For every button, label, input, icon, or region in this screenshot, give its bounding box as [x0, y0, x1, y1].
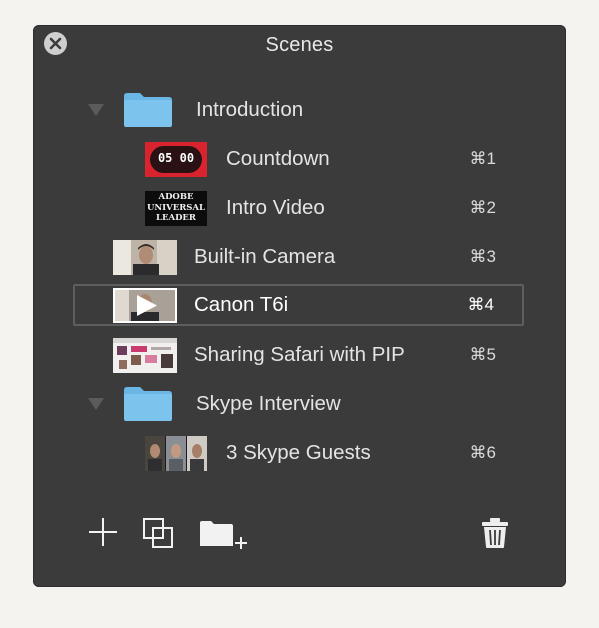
scene-label: Sharing Safari with PIP — [194, 343, 405, 366]
scene-shortcut: ⌘4 — [467, 295, 494, 314]
safari-thumbnail — [113, 338, 177, 373]
scene-row-sharing-safari[interactable]: Sharing Safari with PIP ⌘5 — [33, 333, 566, 377]
scene-row-built-in-camera[interactable]: Built-in Camera ⌘3 — [33, 235, 566, 279]
plus-icon[interactable] — [88, 517, 118, 547]
scene-row-3-skype-guests[interactable]: 3 Skype Guests ⌘6 — [33, 431, 566, 475]
scene-row-canon-t6i[interactable]: Canon T6i ⌘4 — [73, 284, 524, 326]
folder-icon — [124, 93, 172, 127]
scene-label: Canon T6i — [194, 293, 289, 316]
scene-shortcut: ⌘6 — [469, 443, 496, 462]
folder-label: Introduction — [196, 98, 304, 121]
scene-shortcut: ⌘5 — [469, 345, 496, 364]
countdown-thumbnail: 05 00 — [145, 142, 207, 177]
intro-video-thumbnail: ADOBE UNIVERSAL LEADER — [145, 191, 207, 226]
scene-label: Countdown — [226, 147, 330, 170]
scenes-panel: Scenes Introduction 05 00 Countdown ⌘1 A… — [33, 25, 566, 587]
trash-icon[interactable] — [481, 517, 509, 549]
scene-label: Intro Video — [226, 196, 325, 219]
folder-icon — [124, 387, 172, 421]
thumb-text-line: UNIVERSAL — [146, 202, 205, 213]
scene-label: 3 Skype Guests — [226, 441, 371, 464]
scene-shortcut: ⌘2 — [469, 198, 496, 217]
countdown-thumb-text: 05 00 — [157, 151, 195, 165]
scene-row-countdown[interactable]: 05 00 Countdown ⌘1 — [33, 137, 566, 181]
scene-row-intro-video[interactable]: ADOBE UNIVERSAL LEADER Intro Video ⌘2 — [33, 186, 566, 230]
thumb-text-line: LEADER — [156, 213, 196, 223]
new-folder-icon[interactable] — [199, 519, 249, 551]
scene-shortcut: ⌘3 — [469, 247, 496, 266]
camera-thumbnail — [113, 240, 177, 275]
disclosure-triangle-icon[interactable] — [88, 104, 104, 116]
skype-guests-thumbnail — [145, 436, 207, 471]
folder-row-introduction[interactable]: Introduction — [33, 88, 566, 132]
thumb-text-line: ADOBE — [158, 192, 194, 202]
scene-label: Built-in Camera — [194, 245, 336, 268]
scene-shortcut: ⌘1 — [469, 149, 496, 168]
folder-label: Skype Interview — [196, 392, 341, 415]
panel-title: Scenes — [265, 34, 334, 56]
folder-row-skype-interview[interactable]: Skype Interview — [33, 382, 566, 426]
disclosure-triangle-icon[interactable] — [88, 398, 104, 410]
duplicate-icon[interactable] — [142, 517, 174, 549]
canon-thumbnail — [113, 288, 177, 323]
